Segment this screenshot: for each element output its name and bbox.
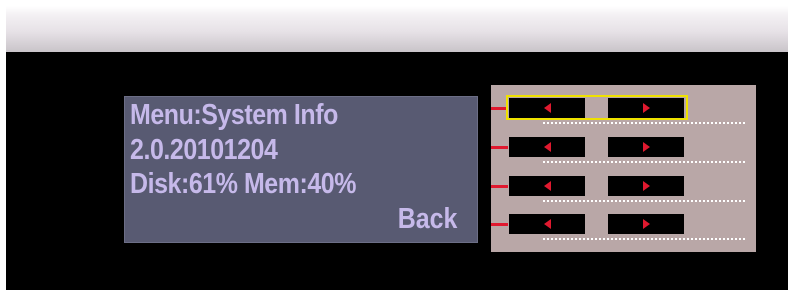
- title-bar: [6, 6, 788, 52]
- lcd-version: 2.0.20101204: [130, 134, 278, 166]
- connector-line: [543, 200, 745, 202]
- left-arrow-icon: [544, 219, 551, 229]
- row-4-right-button[interactable]: [608, 214, 684, 234]
- lcd-display: Menu:System Info 2.0.20101204 Disk:61% M…: [124, 96, 478, 243]
- connector-line: [543, 122, 745, 124]
- right-arrow-icon: [643, 181, 650, 191]
- row-2-right-button[interactable]: [608, 137, 684, 157]
- row-4-left-button[interactable]: [509, 214, 585, 234]
- control-row-4: [491, 211, 756, 241]
- row-indicator: [491, 223, 508, 226]
- row-1-right-button[interactable]: [608, 98, 684, 118]
- left-arrow-icon: [544, 142, 551, 152]
- row-2-left-button[interactable]: [509, 137, 585, 157]
- right-arrow-icon: [643, 142, 650, 152]
- row-3-left-button[interactable]: [509, 176, 585, 196]
- connector-line: [543, 161, 745, 163]
- control-panel: [491, 85, 756, 252]
- lcd-menu-title: Menu:System Info: [130, 99, 338, 131]
- lcd-usage: Disk:61% Mem:40%: [130, 168, 357, 200]
- left-arrow-icon: [544, 103, 551, 113]
- row-indicator: [491, 146, 508, 149]
- control-row-1: [491, 95, 756, 125]
- right-arrow-icon: [643, 219, 650, 229]
- row-1-left-button[interactable]: [509, 98, 585, 118]
- control-row-3: [491, 173, 756, 203]
- row-indicator: [491, 185, 508, 188]
- row-3-right-button[interactable]: [608, 176, 684, 196]
- left-arrow-icon: [544, 181, 551, 191]
- control-row-2: [491, 134, 756, 164]
- lcd-back-option[interactable]: Back: [397, 203, 457, 236]
- connector-line: [543, 238, 745, 240]
- right-arrow-icon: [643, 103, 650, 113]
